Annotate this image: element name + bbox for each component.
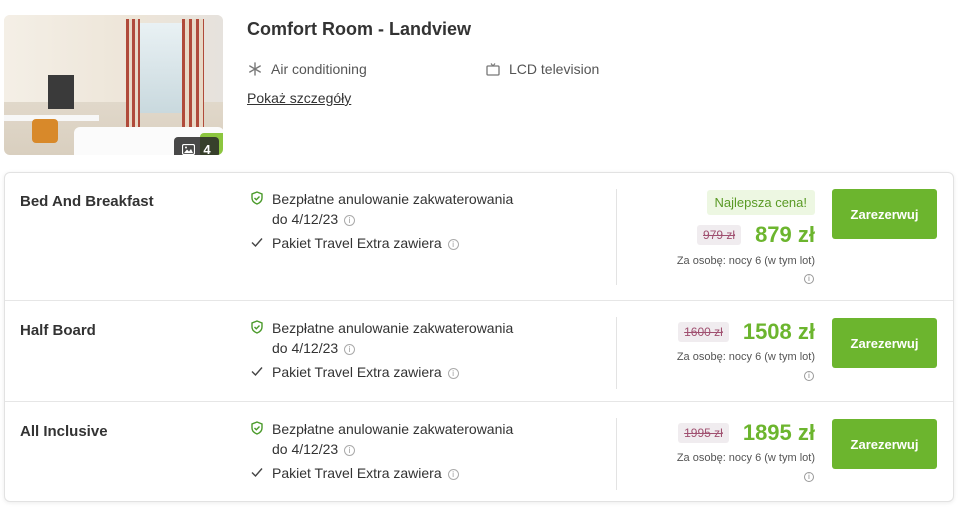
gallery-icon (182, 144, 196, 155)
info-icon[interactable]: i (447, 367, 459, 379)
offer-row: Bed And Breakfast Bezpłatne anulowanie z… (5, 173, 953, 301)
amenity-label: Air conditioning (271, 61, 367, 77)
package-text: Pakiet Travel Extra zawiera i (250, 362, 459, 382)
new-price: 1508 zł (742, 319, 815, 344)
new-price: 879 zł (755, 222, 815, 247)
board-name: Bed And Breakfast (20, 193, 154, 210)
snowflake-icon (247, 62, 262, 77)
shield-check-icon (251, 320, 263, 334)
free-cancellation: Bezpłatne anulowanie zakwaterowania do 4… (250, 419, 513, 459)
book-button[interactable]: Zarezerwuj (832, 189, 937, 239)
column-divider (616, 189, 617, 285)
cancel-date-value: do 4/12/23 (272, 211, 339, 227)
show-details-link[interactable]: Pokaż szczegóły (247, 90, 351, 106)
amenity-air-conditioning: Air conditioning (247, 61, 367, 77)
tv-icon (485, 62, 500, 77)
info-icon[interactable]: i (804, 274, 814, 284)
board-name: All Inclusive (20, 423, 108, 440)
old-price: 1995 zł (678, 423, 729, 443)
cancel-date: do 4/12/23 i (250, 439, 513, 459)
travel-extra-package: Pakiet Travel Extra zawiera i (250, 233, 459, 253)
info-icon[interactable]: i (344, 214, 356, 226)
info-icon[interactable]: i (447, 468, 459, 480)
cancel-date-value: do 4/12/23 (272, 441, 339, 457)
cancel-text: Bezpłatne anulowanie zakwaterowania (272, 191, 514, 207)
column-divider (616, 418, 617, 490)
room-photo[interactable]: 4 (4, 15, 223, 155)
check-icon (251, 468, 263, 478)
book-button[interactable]: Zarezerwuj (832, 318, 937, 368)
photo-count-badge[interactable]: 4 (174, 137, 219, 155)
check-icon (251, 238, 263, 248)
amenity-label: LCD television (509, 61, 600, 77)
photo-curtain (126, 19, 140, 127)
free-cancellation: Bezpłatne anulowanie zakwaterowania do 4… (250, 318, 513, 358)
info-icon[interactable]: i (804, 472, 814, 482)
travel-extra-package: Pakiet Travel Extra zawiera i (250, 362, 459, 382)
book-button[interactable]: Zarezerwuj (832, 419, 937, 469)
package-label: Pakiet Travel Extra zawiera (272, 465, 442, 481)
cancel-date: do 4/12/23 i (250, 209, 513, 229)
photo-tv (48, 75, 74, 109)
column-divider (616, 317, 617, 389)
offers-card: Bed And Breakfast Bezpłatne anulowanie z… (4, 172, 954, 502)
new-price: 1895 zł (742, 420, 815, 445)
price-line: 1995 zł 1895 zł (678, 420, 815, 446)
photo-curtain (182, 19, 204, 127)
old-price: 1600 zł (678, 322, 729, 342)
info-icon[interactable]: i (344, 444, 356, 456)
free-cancellation: Bezpłatne anulowanie zakwaterowania do 4… (250, 189, 513, 229)
per-person-note: Za osobę: nocy 6 (w tym lot) (676, 255, 815, 267)
old-price: 979 zł (697, 225, 742, 245)
package-text: Pakiet Travel Extra zawiera i (250, 233, 459, 253)
shield-check-icon (251, 191, 263, 205)
room-title: Comfort Room - Landview (247, 19, 471, 39)
cancel-date: do 4/12/23 i (250, 338, 513, 358)
per-person-note: Za osobę: nocy 6 (w tym lot) (676, 452, 815, 464)
package-label: Pakiet Travel Extra zawiera (272, 235, 442, 251)
check-icon (251, 367, 263, 377)
cancel-text: Bezpłatne anulowanie zakwaterowania (272, 421, 514, 437)
offer-row: Half Board Bezpłatne anulowanie zakwater… (5, 301, 953, 402)
info-icon[interactable]: i (447, 238, 459, 250)
photo-chair (32, 119, 58, 143)
per-person-note: Za osobę: nocy 6 (w tym lot) (676, 351, 815, 363)
price-line: 1600 zł 1508 zł (678, 319, 815, 345)
board-name: Half Board (20, 322, 96, 339)
best-price-badge: Najlepsza cena! (706, 190, 815, 215)
cancel-date-value: do 4/12/23 (272, 340, 339, 356)
price-line: 979 zł 879 zł (697, 222, 815, 248)
package-text: Pakiet Travel Extra zawiera i (250, 463, 459, 483)
info-icon[interactable]: i (344, 343, 356, 355)
info-icon[interactable]: i (804, 371, 814, 381)
photo-count: 4 (203, 142, 211, 155)
travel-extra-package: Pakiet Travel Extra zawiera i (250, 463, 459, 483)
package-label: Pakiet Travel Extra zawiera (272, 364, 442, 380)
cancel-text: Bezpłatne anulowanie zakwaterowania (272, 320, 514, 336)
shield-check-icon (251, 421, 263, 435)
offer-row: All Inclusive Bezpłatne anulowanie zakwa… (5, 402, 953, 503)
amenity-lcd-television: LCD television (485, 61, 599, 77)
